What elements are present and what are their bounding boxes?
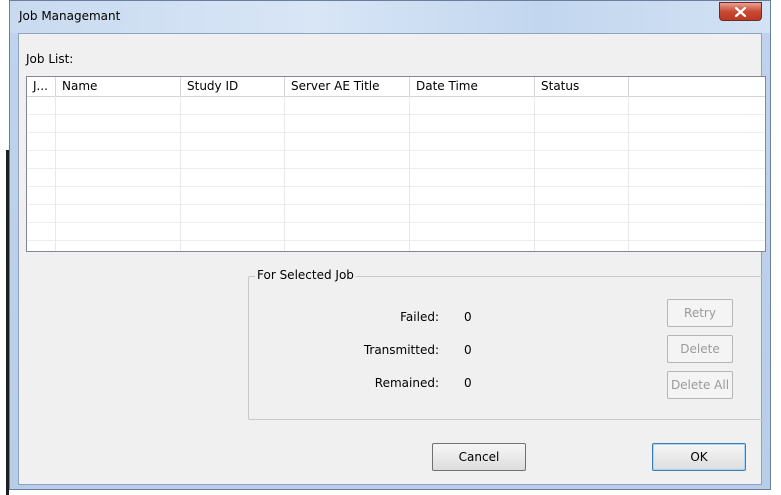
column-divider: [180, 96, 181, 251]
dialog-client-area: Job List: J... Name Study ID Server AE T…: [18, 33, 766, 485]
table-row[interactable]: [27, 223, 765, 241]
job-list-header: J... Name Study ID Server AE Title Date …: [27, 77, 765, 97]
column-header-server-ae-title[interactable]: Server AE Title: [285, 77, 410, 96]
column-divider: [284, 96, 285, 251]
selected-job-group: For Selected Job Failed: 0 Transmitted: …: [248, 268, 766, 420]
delete-all-button[interactable]: Delete All: [667, 371, 733, 399]
column-header-study-id[interactable]: Study ID: [181, 77, 285, 96]
transmitted-label: Transmitted:: [363, 343, 439, 357]
column-divider: [628, 96, 629, 251]
column-divider: [55, 96, 56, 251]
table-row[interactable]: [27, 133, 765, 151]
transmitted-value: 0: [464, 343, 472, 357]
column-header-status[interactable]: Status: [535, 77, 629, 96]
retry-button[interactable]: Retry: [667, 299, 733, 327]
table-row[interactable]: [27, 169, 765, 187]
column-header-job[interactable]: J...: [27, 77, 56, 96]
table-row[interactable]: [27, 187, 765, 205]
job-list-label: Job List:: [26, 52, 74, 66]
cancel-button[interactable]: Cancel: [432, 443, 526, 471]
close-icon: [735, 6, 746, 17]
selected-job-group-title: For Selected Job: [255, 268, 356, 282]
table-row[interactable]: [27, 97, 765, 115]
failed-label: Failed:: [400, 310, 439, 324]
column-divider: [409, 96, 410, 251]
title-bar[interactable]: Job Managemant: [10, 1, 770, 33]
table-row[interactable]: [27, 205, 765, 223]
dialog-title: Job Managemant: [19, 9, 121, 23]
column-header-name[interactable]: Name: [56, 77, 181, 96]
table-row[interactable]: [27, 151, 765, 169]
column-header-date-time[interactable]: Date Time: [410, 77, 535, 96]
remained-value: 0: [464, 376, 472, 390]
background-strip: [0, 0, 9, 495]
remained-label: Remained:: [374, 376, 439, 390]
table-row[interactable]: [27, 115, 765, 133]
job-management-dialog: Job Managemant Job List: J... Name Study…: [9, 0, 771, 490]
ok-button[interactable]: OK: [652, 443, 746, 471]
table-row[interactable]: [27, 241, 765, 251]
column-divider: [534, 96, 535, 251]
delete-button[interactable]: Delete: [667, 335, 733, 363]
job-list-table[interactable]: J... Name Study ID Server AE Title Date …: [26, 76, 766, 252]
failed-value: 0: [464, 310, 472, 324]
close-button[interactable]: [719, 2, 762, 21]
